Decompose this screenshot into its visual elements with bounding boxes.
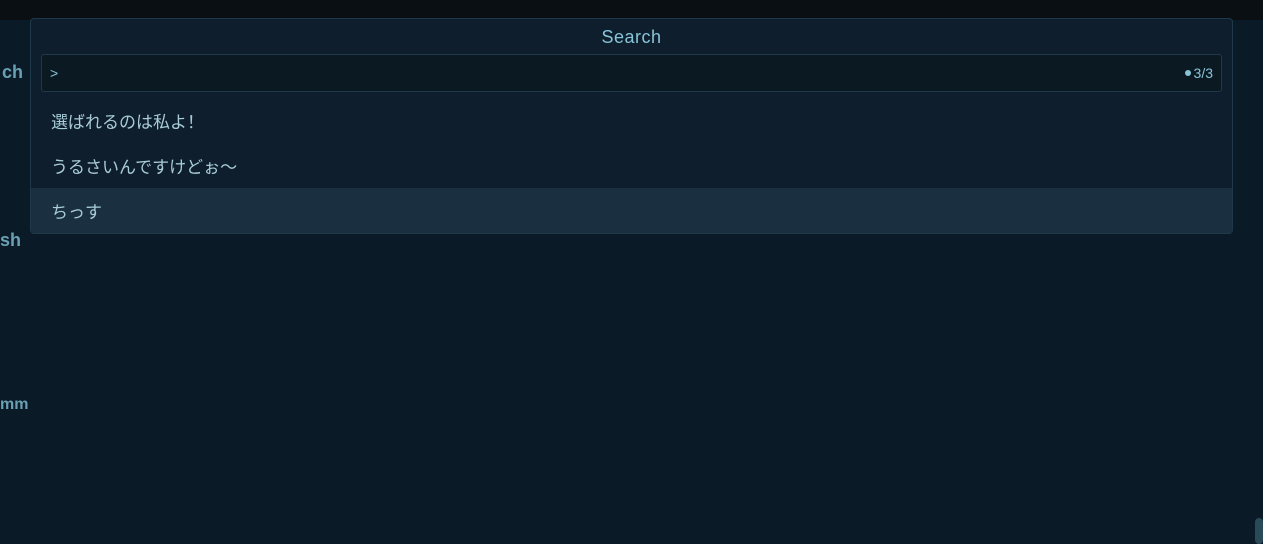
chevron-icon: >: [50, 65, 58, 81]
search-counter: 3/3: [1185, 65, 1213, 81]
search-input[interactable]: [64, 64, 1184, 82]
result-item-3[interactable]: ちっす: [31, 188, 1232, 233]
top-bar: [0, 0, 1263, 20]
counter-dot-icon: [1185, 70, 1191, 76]
search-title: Search: [31, 19, 1232, 54]
result-item-1[interactable]: 選ばれるのは私よ！: [31, 98, 1232, 143]
search-dialog: Search > 3/3 選ばれるのは私よ！ うるさいんですけどぉ〜 ちっす: [30, 18, 1233, 234]
left-edge-top-text: ch: [0, 62, 23, 83]
search-input-row[interactable]: > 3/3: [41, 54, 1222, 92]
left-edge-mid-text: sh: [0, 230, 21, 251]
counter-value: 3/3: [1194, 65, 1213, 81]
result-item-2[interactable]: うるさいんですけどぉ〜: [31, 143, 1232, 188]
results-list: 選ばれるのは私よ！ うるさいんですけどぉ〜 ちっす: [31, 98, 1232, 233]
scrollbar[interactable]: [1255, 518, 1263, 544]
left-edge-bottom-text: mm: [0, 396, 28, 414]
